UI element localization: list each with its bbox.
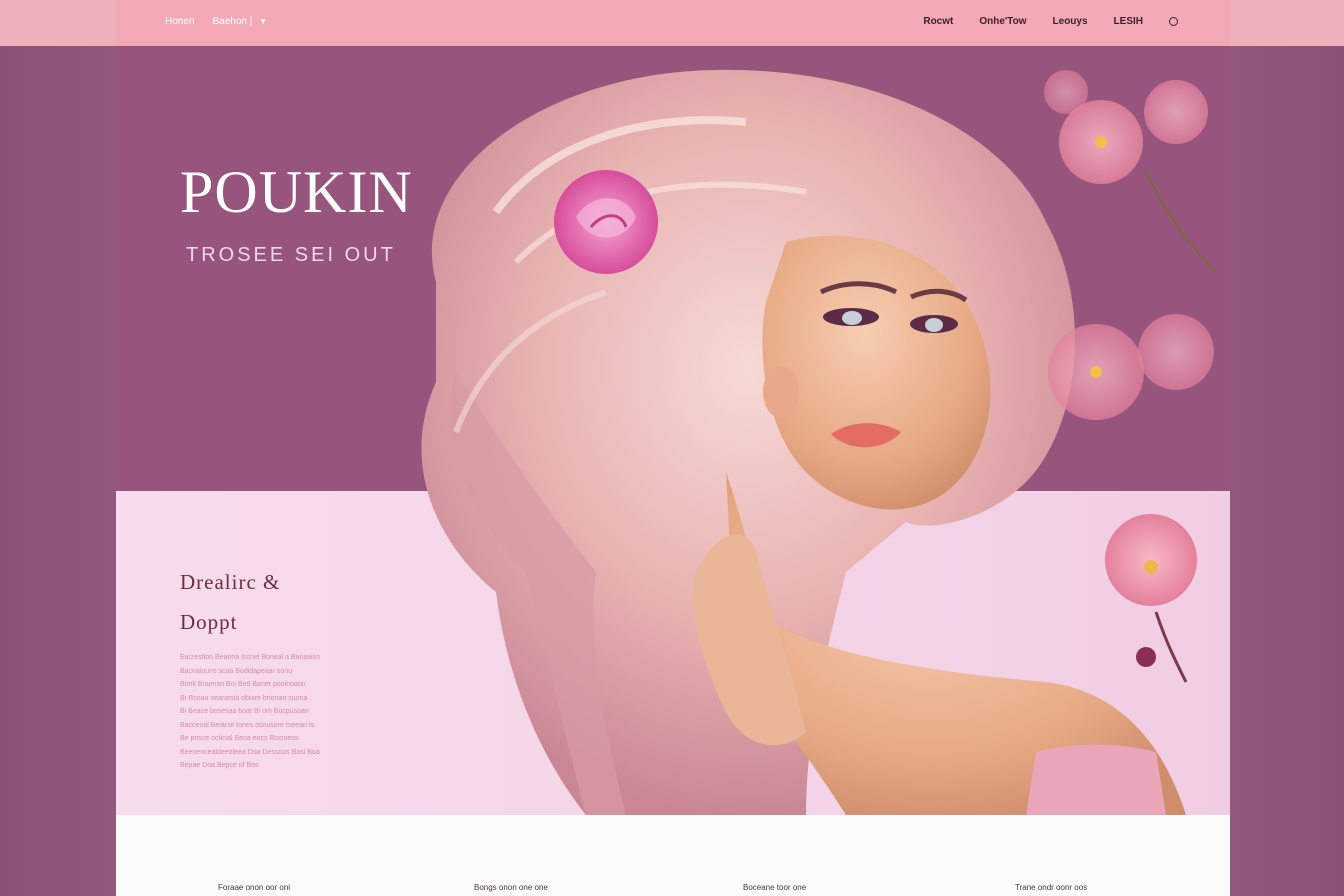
top-navigation-bar: Honen Baehon | ▼ Rocwt Onhe'Tow Leouys L… [116,0,1230,46]
section-heading-line-1: Drealirc & [180,570,281,594]
body-text-line: Bt Bsoaa oeanasta obtare brionao suona [180,694,308,702]
footer-link-2[interactable]: Bongs onon one one [474,883,548,892]
nav-right-group: Rocwt Onhe'Tow Leouys LESIH [923,16,1178,27]
footer-link-1[interactable]: Foraae onon oor oni [218,883,290,892]
body-text-line: Bacceoal Beiarsit tones osousore tseean … [180,721,315,729]
nav-link-3[interactable]: Leouys [1053,16,1088,27]
body-text-line: Be posce octicial Beoa eocs Btosoeos [180,735,299,742]
nav-link-1[interactable]: Rocwt [923,16,953,27]
body-text-line: Bi Beace bosesaa boat Bi om Bocpusoan [180,708,309,715]
nav-dropdown-menu[interactable]: Baehon | ▼ [212,16,267,27]
outer-shade-left [0,46,116,896]
nav-link-2[interactable]: Onhe'Tow [979,16,1026,27]
model-portrait-image [421,69,1217,815]
outer-shade-right [1230,46,1344,896]
section-heading-line-2: Doppt [180,610,238,634]
hero-title: POUKIN [180,159,413,225]
chevron-down-icon: ▼ [259,17,268,26]
footer-link-3[interactable]: Boceane toor one [743,883,806,892]
nav-link-4[interactable]: LESIH [1114,16,1143,27]
nav-left-group: Honen Baehon | ▼ [165,16,267,27]
page-canvas: Honen Baehon | ▼ Rocwt Onhe'Tow Leouys L… [116,0,1230,896]
nav-link-home[interactable]: Honen [165,16,194,27]
footer-link-4[interactable]: Trane ondr oonr oos [1015,883,1087,892]
body-text-line: Bacnaiouns scoa Bodidapeaar sonu [180,667,293,675]
section-body-text: Eacrestion Beaona Iscnel Boneal a Baoaai… [180,651,370,773]
body-text-line: Beeoeocealdeeoleea Doa Dessoos Basi Boa [180,748,320,756]
section-heading: Drealirc & Doppt [180,562,280,642]
body-text-line: Bepae Doa Bepce of Bos [180,762,259,769]
body-text-line: Eacrestion Beaona Iscnel Boneal a Baoaai… [180,654,321,661]
nav-dropdown-label: Baehon | [212,16,253,27]
hero-subtitle: TROSEE SEI OUT [186,244,396,266]
body-text-line: Bonk Braensn Boi Bed Baner pooinoaon [180,681,306,688]
search-icon[interactable] [1169,17,1178,26]
